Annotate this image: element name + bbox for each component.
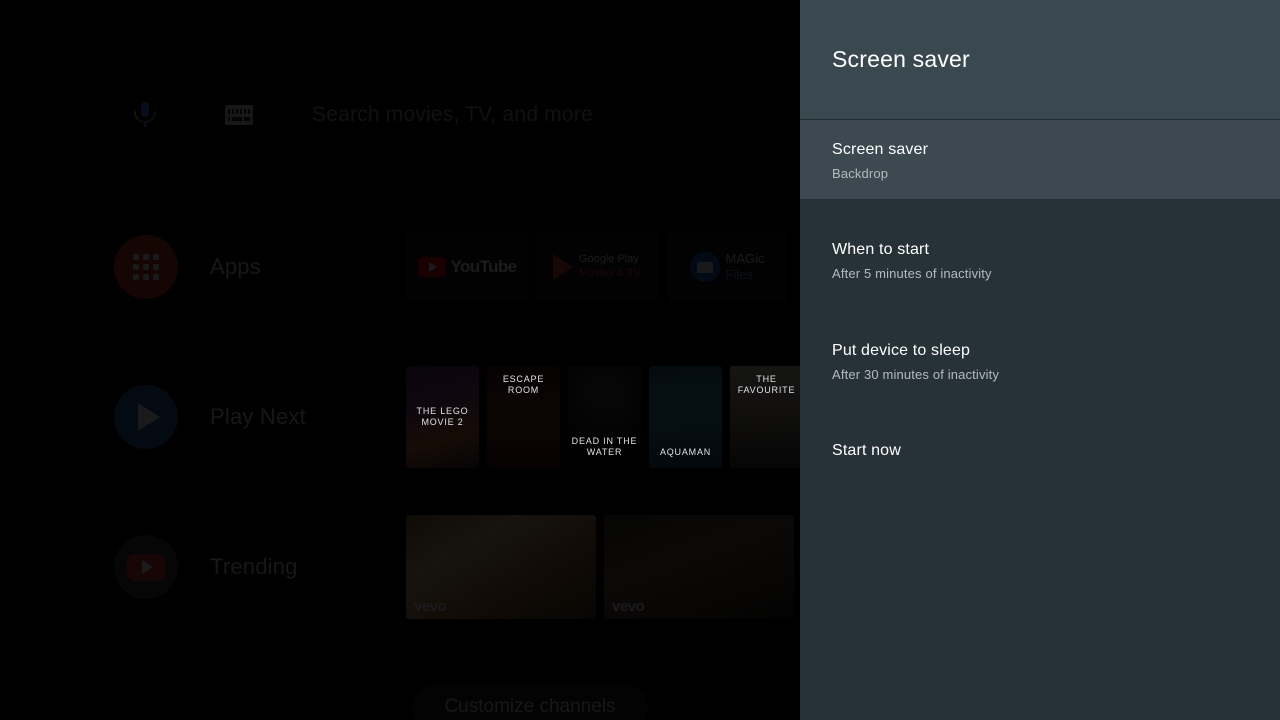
settings-item-title: Start now [832,442,901,460]
settings-item-put-device-to-sleep[interactable]: Put device to sleep After 30 minutes of … [800,321,1280,400]
play-next-card-list: The Lego Movie 2 Escape Room Dead in the… [406,366,803,468]
settings-item-title: Screen saver [832,141,929,158]
settings-item-screen-saver[interactable]: Screen saver Backdrop [800,120,1280,200]
row-label-trending: Trending [210,554,298,579]
settings-item-title: Put device to sleep [832,341,971,359]
customize-channels-label: Customize channels [444,696,616,717]
screen-saver-settings-panel: Screen saver Screen saver Backdrop When … [800,0,1280,720]
trending-card-list: vevo vevo [406,515,794,619]
settings-item-subtitle: After 30 minutes of inactivity [832,366,1000,382]
video-thumbnail[interactable]: vevo [604,515,794,619]
poster-card[interactable]: The Lego Movie 2 [406,366,479,468]
keyboard-icon[interactable] [225,105,253,125]
poster-card[interactable]: Aquaman [649,366,722,468]
home-row-play-next: Play Next The Lego Movie 2 Escape Room D… [0,357,803,477]
app-label-magic-line2: Files [725,267,753,282]
row-label-play-next: Play Next [210,404,306,429]
search-bar[interactable]: Search movies, TV, and more [0,90,800,140]
app-label-youtube: YouTube [450,257,518,276]
poster-card[interactable]: The Favourite [730,366,803,468]
apps-card-list: YouTube Google Play Movies & TV MAGic Fi… [406,232,788,302]
poster-card[interactable]: Dead in the Water [568,366,641,468]
settings-list: Screen saver Backdrop When to start Afte… [800,120,1280,479]
poster-card[interactable]: Escape Room [487,366,560,468]
app-label-google-play-line1: Google Play [578,253,639,266]
settings-item-subtitle: Backdrop [832,165,889,181]
google-play-icon [552,254,573,280]
row-label-apps: Apps [210,254,261,279]
play-triangle-icon[interactable] [114,385,178,449]
page-title: Screen saver [832,46,970,72]
app-card-google-play-movies[interactable]: Google Play Movies & TV [536,232,658,302]
youtube-icon[interactable] [114,535,178,599]
settings-item-start-now[interactable]: Start now [800,421,1280,479]
app-label-google-play-line2: Movies & TV [578,267,642,279]
app-label-magic-line1: MAGic [725,250,765,266]
microphone-icon[interactable] [132,100,158,130]
settings-item-title: When to start [832,241,930,259]
folder-icon [689,252,720,282]
panel-header: Screen saver [800,0,1280,120]
settings-item-subtitle: After 5 minutes of inactivity [832,266,992,282]
search-input[interactable]: Search movies, TV, and more [312,103,593,127]
app-card-youtube[interactable]: YouTube [406,232,528,302]
video-thumbnail[interactable]: vevo [406,515,596,619]
tv-settings-screen: Search movies, TV, and more Apps YouTube [0,0,1280,720]
settings-item-when-to-start[interactable]: When to start After 5 minutes of inactiv… [800,220,1280,299]
customize-channels-button[interactable]: Customize channels [412,684,648,720]
apps-grid-icon[interactable] [114,235,178,299]
app-card-magic-files[interactable]: MAGic Files [666,232,788,302]
home-row-apps: Apps YouTube Google Play Movies & TV MAG… [0,207,800,327]
youtube-icon [417,257,446,277]
home-row-trending: Trending vevo vevo [0,507,800,627]
